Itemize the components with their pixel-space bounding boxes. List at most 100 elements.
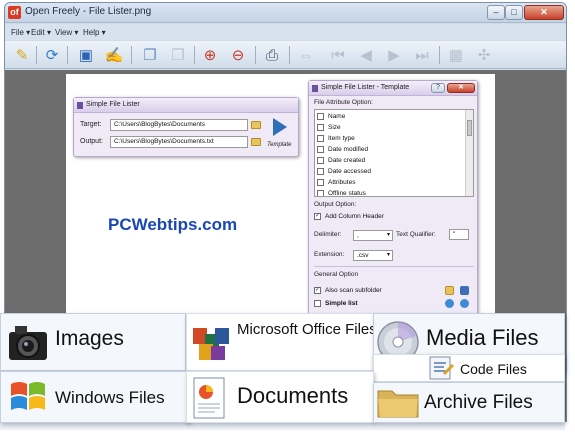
- images-label: Images: [55, 327, 124, 350]
- zoom-out-icon[interactable]: ⊖: [227, 45, 249, 65]
- close-button[interactable]: ✕: [524, 5, 564, 20]
- media-label: Media Files: [426, 325, 539, 350]
- file-lister-title-text: Simple File Lister: [86, 101, 140, 108]
- toolbar-separator: [131, 46, 132, 64]
- zoom-in-icon[interactable]: ⊕: [199, 45, 221, 65]
- print-icon[interactable]: ⎙: [261, 45, 283, 65]
- template-button[interactable]: Template: [267, 142, 291, 148]
- maximize-button[interactable]: □: [505, 5, 523, 20]
- screenshot: of Open Freely - File Lister.png – □ ✕ F…: [0, 0, 575, 436]
- office-label: Microsoft Office Files: [237, 321, 377, 338]
- template-title-text: Simple File Lister - Template: [321, 84, 410, 91]
- menu-bar: File ▾ Edit ▾ View ▾ Help ▾: [5, 24, 566, 40]
- text-qualifier-label: Text Qualifier:: [396, 231, 436, 238]
- fit-icon[interactable]: ⇔: [295, 45, 317, 65]
- output-group-label: Output Option:: [314, 201, 357, 208]
- general-group-label: General Option: [314, 271, 359, 278]
- output-label: Output:: [80, 138, 103, 145]
- target-field[interactable]: C:\Users\BlogBytes\Documents: [110, 119, 248, 131]
- scrollbar[interactable]: [465, 110, 473, 196]
- folder-icon[interactable]: [251, 121, 261, 129]
- code-icon: [429, 356, 454, 380]
- menu-view[interactable]: View ▾: [55, 28, 78, 37]
- document-icon: [193, 377, 225, 419]
- paste-icon[interactable]: ❒: [167, 45, 189, 65]
- checkbox[interactable]: [317, 190, 324, 196]
- template-dialog: Simple File Lister - Template ? ✕ File A…: [308, 80, 478, 316]
- checkbox-checked[interactable]: ✓: [314, 213, 321, 220]
- nav-icon[interactable]: ✣: [473, 45, 495, 65]
- app-icon: [312, 85, 318, 92]
- last-icon[interactable]: ⏭: [411, 45, 433, 65]
- close-button[interactable]: ✕: [447, 83, 475, 93]
- images-panel: Images: [0, 313, 186, 371]
- checkbox[interactable]: [317, 124, 324, 131]
- archive-label: Archive Files: [424, 392, 533, 413]
- checkbox[interactable]: [314, 300, 321, 307]
- refresh-icon[interactable]: ⟳: [41, 45, 63, 65]
- file-lister-dialog: Simple File Lister Target: C:\Users\Blog…: [73, 97, 299, 157]
- title-bar: of Open Freely - File Lister.png – □ ✕: [5, 3, 566, 23]
- folder-icon: [377, 390, 419, 418]
- menu-edit[interactable]: Edit ▾: [31, 28, 51, 37]
- documents-panel: Documents: [186, 371, 374, 423]
- toolbar-separator: [194, 46, 195, 64]
- windows-logo-icon: [11, 382, 45, 410]
- extension-select[interactable]: .csv: [353, 250, 393, 261]
- checkbox[interactable]: [317, 168, 324, 175]
- checkbox[interactable]: [317, 146, 324, 153]
- toolbar-separator: [255, 46, 256, 64]
- checkbox[interactable]: [317, 135, 324, 142]
- app-icon: of: [8, 6, 21, 19]
- checkbox[interactable]: [317, 179, 324, 186]
- watermark: PCWebtips.com: [108, 215, 238, 234]
- code-panel: Code Files: [373, 354, 565, 382]
- scroll-thumb[interactable]: [467, 120, 472, 136]
- minimize-button[interactable]: –: [487, 5, 505, 20]
- open-icon[interactable]: ✎: [11, 45, 33, 65]
- first-icon[interactable]: ⏮: [327, 45, 349, 65]
- menu-help[interactable]: Help ▾: [83, 28, 106, 37]
- previous-icon[interactable]: ◀: [355, 45, 377, 65]
- divider: [314, 266, 474, 267]
- toolbar-separator: [67, 46, 68, 64]
- checkbox[interactable]: [317, 113, 324, 120]
- toolbar-separator: [439, 46, 440, 64]
- help-button[interactable]: ?: [431, 83, 445, 93]
- play-icon[interactable]: [273, 118, 287, 136]
- extension-label: Extension:: [314, 251, 345, 258]
- folder-open-icon[interactable]: [445, 286, 454, 295]
- save-as-icon[interactable]: ✍: [103, 45, 125, 65]
- save-icon[interactable]: [460, 286, 469, 295]
- documents-label: Documents: [237, 383, 349, 408]
- settings-icon[interactable]: [460, 299, 469, 308]
- save-icon[interactable]: ▣: [75, 45, 97, 65]
- attribute-list[interactable]: Name Size Item type Date modified Date c…: [314, 109, 474, 197]
- toolbar-separator: [289, 46, 290, 64]
- next-icon[interactable]: ▶: [383, 45, 405, 65]
- camera-icon: [9, 326, 47, 360]
- office-panel: Microsoft Office Files: [186, 313, 377, 371]
- windows-label: Windows Files: [55, 388, 165, 407]
- archive-panel: Archive Files: [373, 382, 565, 423]
- delimiter-label: Delimiter:: [314, 231, 342, 238]
- code-label: Code Files: [460, 361, 527, 377]
- toolbar: ✎ ⟳ ▣ ✍ ❐ ❒ ⊕ ⊖ ⎙ ⇔ ⏮ ◀ ▶ ⏭ ▦ ✣: [5, 41, 566, 69]
- target-label: Target:: [80, 121, 102, 128]
- office-icon: [193, 328, 229, 360]
- file-lister-title: Simple File Lister: [74, 98, 298, 113]
- folder-icon[interactable]: [251, 138, 261, 146]
- toolbar-separator: [36, 46, 37, 64]
- app-icon: [77, 102, 83, 109]
- attribute-group-label: File Attribute Option:: [314, 99, 373, 106]
- delimiter-select[interactable]: ,: [353, 230, 393, 241]
- window-title: Open Freely - File Lister.png: [25, 6, 152, 17]
- menu-file[interactable]: File ▾: [11, 28, 30, 37]
- text-qualifier-field[interactable]: ": [449, 229, 469, 240]
- copy-icon[interactable]: ❐: [139, 45, 161, 65]
- checkbox-checked[interactable]: ✓: [314, 287, 321, 294]
- grid-icon[interactable]: ▦: [445, 45, 467, 65]
- checkbox[interactable]: [317, 157, 324, 164]
- add-icon[interactable]: [445, 299, 454, 308]
- output-field[interactable]: C:\Users\BlogBytes\Documents.txt: [110, 136, 248, 148]
